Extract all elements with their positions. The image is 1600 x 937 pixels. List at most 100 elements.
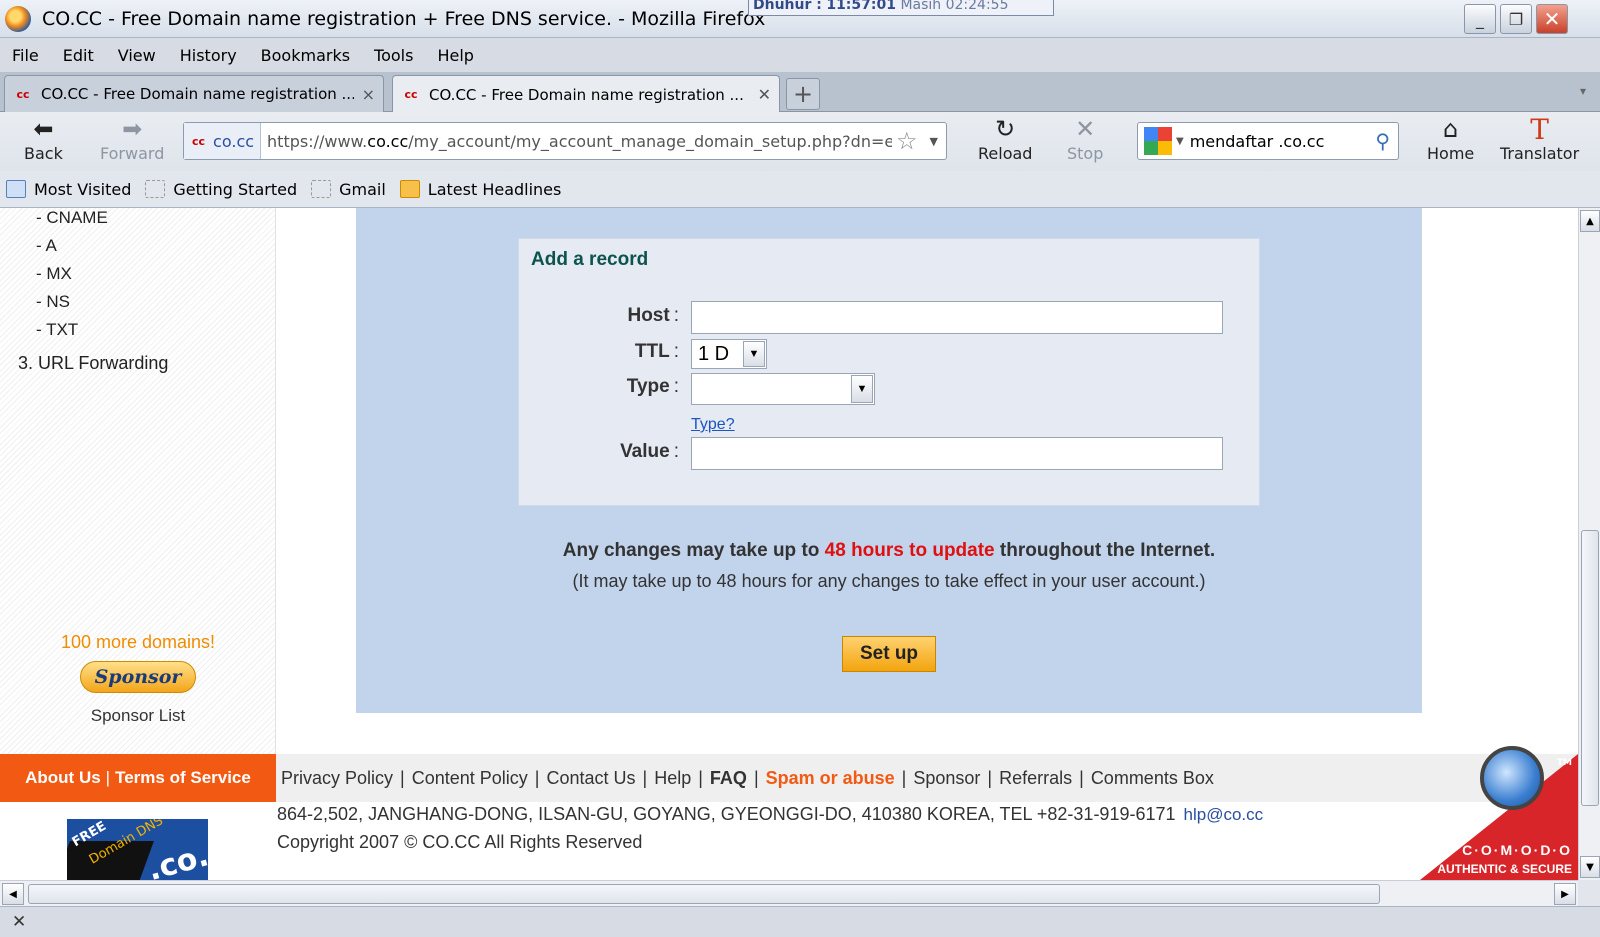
help-link[interactable]: Help — [654, 768, 691, 789]
restore-button[interactable]: ❐ — [1500, 4, 1532, 34]
menu-edit[interactable]: Edit — [63, 46, 94, 65]
value-label-text: Value — [620, 441, 670, 462]
url-path: /my_account/my_account_manage_domain_set… — [408, 131, 893, 151]
tab-close-icon[interactable]: ✕ — [758, 85, 771, 104]
stop-button[interactable]: ✕ Stop — [1067, 116, 1103, 163]
scroll-up-icon[interactable]: ▲ — [1580, 210, 1600, 232]
host-input[interactable] — [691, 301, 1223, 334]
back-label: Back — [24, 144, 63, 163]
bookmark-label: Most Visited — [34, 179, 132, 199]
about-us-link[interactable]: About Us — [25, 768, 101, 788]
tab-label: CO.CC - Free Domain name registration ..… — [41, 85, 354, 103]
search-icon[interactable]: ⚲ — [1375, 129, 1390, 153]
address-text: 864-2,502, JANGHANG-DONG, ILSAN-GU, GOYA… — [277, 804, 1176, 824]
footer-separator: | — [105, 768, 111, 787]
menu-history[interactable]: History — [180, 46, 237, 65]
url-bar[interactable]: cc co.cc https://www.co.cc/my_account/my… — [183, 122, 947, 160]
sidebar-record-txt[interactable]: - TXT — [36, 320, 78, 340]
tab-cocc-2[interactable]: cc CO.CC - Free Domain name registration… — [392, 75, 780, 113]
menu-tools[interactable]: Tools — [374, 46, 413, 65]
url-domain: co.cc — [367, 131, 409, 151]
notice-text-after: throughout the Internet. — [994, 540, 1216, 561]
vertical-scroll-thumb[interactable] — [1581, 530, 1599, 806]
bookmark-star-icon[interactable]: ☆ — [892, 127, 922, 155]
close-statusbar-icon[interactable]: ✕ — [12, 912, 26, 932]
setup-button[interactable]: Set up — [842, 636, 936, 672]
propagation-notice: Any changes may take up to 48 hours to u… — [356, 540, 1422, 562]
sponsor-button[interactable]: Sponsor — [80, 661, 196, 693]
scroll-left-icon[interactable]: ◀ — [2, 883, 24, 905]
sponsor-list-link[interactable]: Sponsor List — [0, 706, 276, 726]
contact-us-link[interactable]: Contact Us — [546, 768, 635, 789]
forward-button[interactable]: ➡ Forward — [100, 116, 164, 163]
privacy-policy-link[interactable]: Privacy Policy — [281, 768, 393, 789]
comodo-name: C·O·M·O·D·O — [1462, 842, 1572, 858]
sidebar-record-ns[interactable]: - NS — [36, 292, 70, 312]
spam-or-abuse-link[interactable]: Spam or abuse — [766, 768, 895, 789]
sidebar-record-cname[interactable]: - CNAME — [36, 208, 108, 228]
scroll-down-icon[interactable]: ▼ — [1580, 856, 1600, 878]
sidebar-record-a[interactable]: - A — [36, 236, 57, 256]
tab-cocc-1[interactable]: cc CO.CC - Free Domain name registration… — [4, 75, 384, 112]
menu-file[interactable]: File — [12, 46, 39, 65]
url-text[interactable]: https://www.co.cc/my_account/my_account_… — [261, 132, 892, 151]
bookmark-latest-headlines[interactable]: Latest Headlines — [399, 179, 562, 199]
reload-button[interactable]: ↻ Reload — [978, 116, 1032, 163]
stop-label: Stop — [1067, 144, 1104, 163]
footer-separator: | — [987, 767, 993, 788]
sidebar-url-forwarding[interactable]: 3. URL Forwarding — [18, 353, 168, 374]
free-domain-dns-logo: FREE Domain DNS .co.cc — [67, 819, 208, 880]
terms-of-service-link[interactable]: Terms of Service — [115, 768, 251, 788]
ttl-selected-value: 1 D — [698, 342, 730, 365]
menu-view[interactable]: View — [118, 46, 156, 65]
back-button[interactable]: ⬅ Back — [24, 116, 63, 163]
search-input[interactable]: mendaftar .co.cc — [1190, 132, 1376, 151]
minimize-button[interactable]: _ — [1464, 4, 1496, 34]
site-identity-label: co.cc — [213, 131, 255, 151]
bookmark-getting-started[interactable]: Getting Started — [145, 180, 297, 199]
translator-button[interactable]: T Translator — [1500, 113, 1579, 164]
new-tab-button[interactable]: + — [786, 78, 820, 110]
comments-box-link[interactable]: Comments Box — [1091, 768, 1214, 789]
vertical-scrollbar[interactable]: ▲ ▼ — [1578, 208, 1600, 880]
restore-icon: ❐ — [1508, 9, 1524, 29]
overlay-sub: Masih 02:24:55 — [900, 0, 1009, 13]
bookmark-gmail[interactable]: Gmail — [311, 180, 386, 199]
tab-list-icon[interactable]: ▾ — [1580, 84, 1586, 98]
type-help-link[interactable]: Type? — [691, 416, 735, 434]
menu-bookmarks[interactable]: Bookmarks — [261, 46, 350, 65]
bookmark-label: Latest Headlines — [427, 179, 562, 199]
sponsor-link[interactable]: Sponsor — [913, 768, 980, 789]
translator-icon: T — [1530, 113, 1549, 146]
sidebar-record-mx[interactable]: - MX — [36, 264, 72, 284]
horizontal-scroll-thumb[interactable] — [28, 884, 1380, 904]
support-email-link[interactable]: hlp@co.cc — [1184, 805, 1264, 824]
value-input[interactable] — [691, 437, 1223, 470]
ttl-select[interactable]: 1 D ▼ — [691, 339, 767, 369]
site-identity-button[interactable]: cc co.cc — [184, 123, 262, 159]
comodo-secure-badge[interactable]: TM C·O·M·O·D·O AUTHENTIC & SECURE — [1420, 736, 1578, 880]
url-history-dropdown-icon[interactable]: ▼ — [922, 135, 946, 148]
faq-link[interactable]: FAQ — [710, 768, 747, 789]
cocc-favicon: cc — [16, 87, 30, 101]
google-search-engine-icon[interactable] — [1144, 127, 1172, 155]
horizontal-scrollbar[interactable]: ◀ ▶ — [0, 880, 1578, 906]
home-button[interactable]: ⌂ Home — [1427, 116, 1474, 163]
footer-links-bar: About Us | Terms of Service Privacy Poli… — [0, 754, 1578, 802]
tab-close-icon[interactable]: × — [362, 85, 375, 104]
menu-help[interactable]: Help — [437, 46, 473, 65]
referrals-link[interactable]: Referrals — [999, 768, 1072, 789]
content-policy-link[interactable]: Content Policy — [412, 768, 528, 789]
type-select[interactable]: ▼ — [691, 373, 875, 405]
bookmark-most-visited[interactable]: Most Visited — [6, 180, 131, 199]
scroll-right-icon[interactable]: ▶ — [1554, 883, 1576, 905]
footer-links: Privacy Policy | Content Policy | Contact … — [281, 754, 1214, 802]
window-titlebar: CO.CC - Free Domain name registration + … — [0, 0, 1600, 38]
search-engine-dropdown-icon[interactable]: ▼ — [1176, 136, 1184, 147]
rss-feed-icon — [399, 180, 420, 198]
search-box[interactable]: ▼ mendaftar .co.cc ⚲ — [1137, 122, 1399, 160]
plus-icon: + — [792, 80, 814, 108]
close-window-button[interactable]: ✕ — [1536, 4, 1568, 34]
footer-separator: | — [534, 767, 540, 788]
back-arrow-icon: ⬅ — [33, 115, 54, 143]
